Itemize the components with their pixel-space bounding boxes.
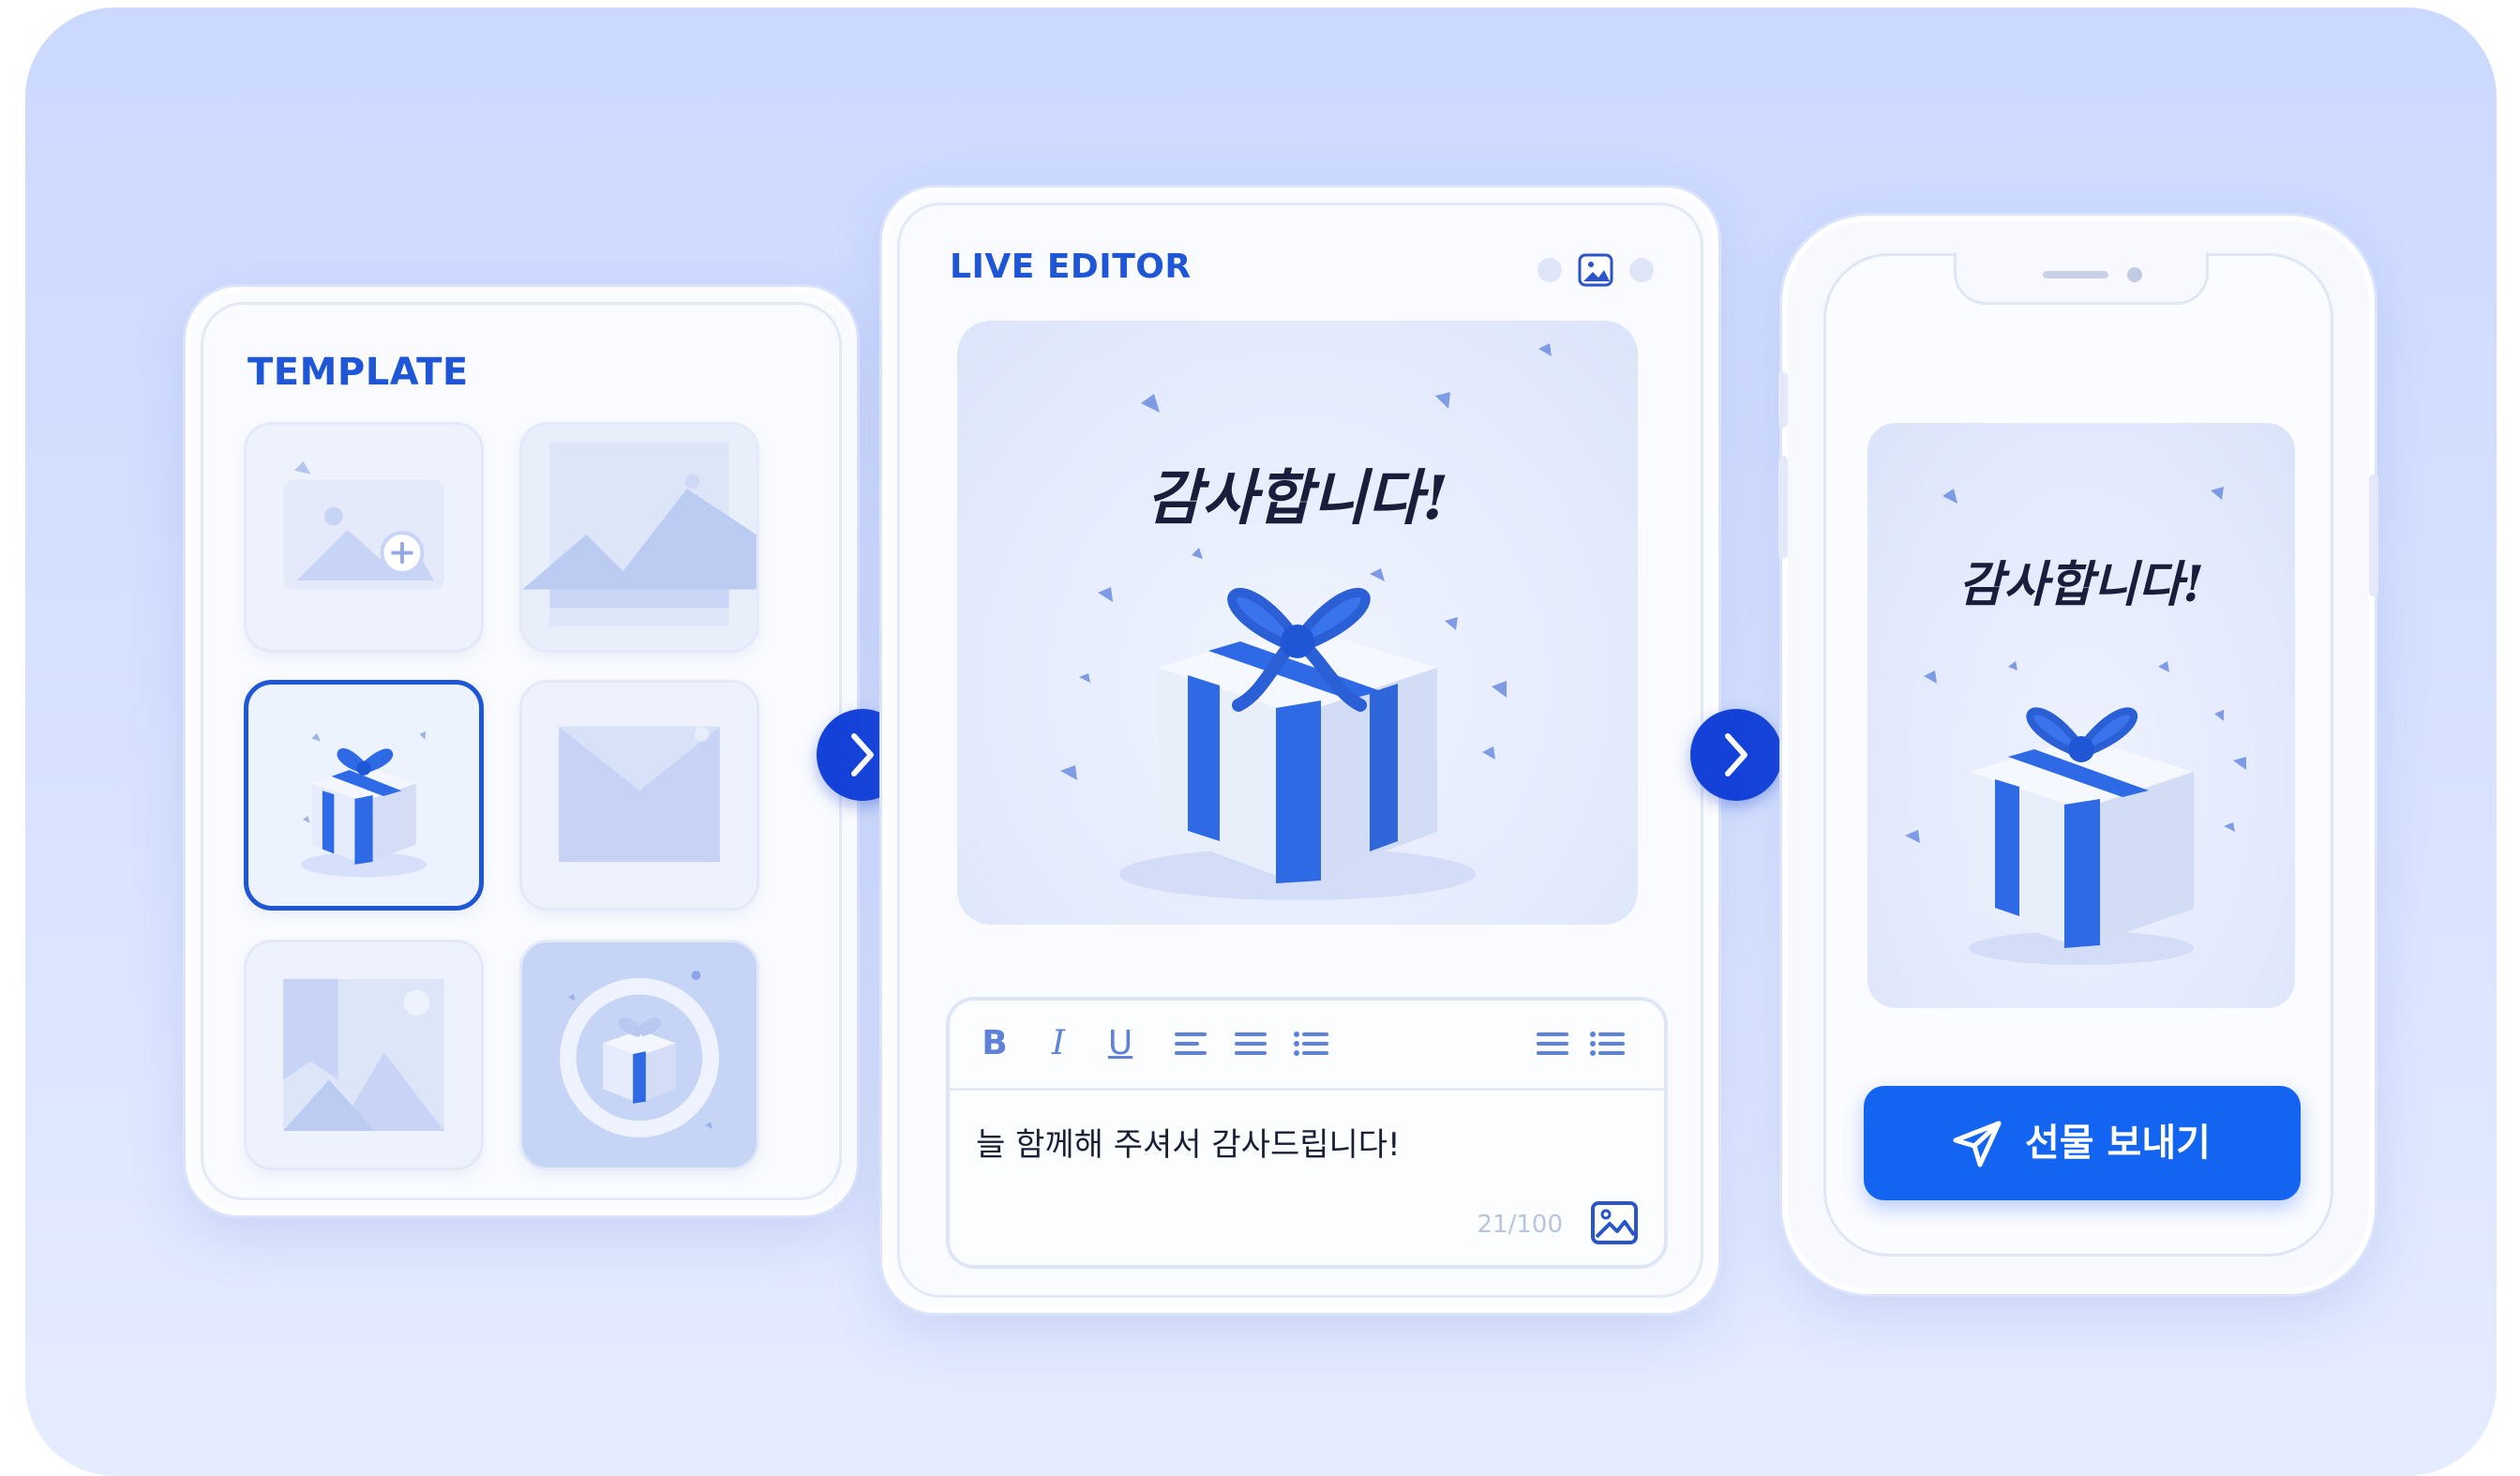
preview-card: 감사합니다!: [1868, 423, 2295, 1008]
phone-preview: 감사합니다! 선물 보내기: [1778, 216, 2378, 1294]
formatting-toolbar: B I U: [950, 1001, 1664, 1091]
italic-button[interactable]: I: [1040, 1019, 1077, 1068]
envelope-icon: [559, 726, 720, 863]
gift-icon: [300, 730, 428, 878]
phone-side-button: [1778, 371, 1788, 428]
template-tile-envelope[interactable]: [519, 680, 759, 911]
card-heading: 감사합니다!: [1146, 463, 1449, 534]
phone-volume-button: [1778, 456, 1788, 559]
align-left-button[interactable]: [1171, 1019, 1210, 1068]
editor-title: LIVE EDITOR: [950, 248, 1192, 286]
underline-button[interactable]: U: [1100, 1019, 1141, 1068]
align-center-icon: [1235, 1032, 1267, 1055]
gift-ring-icon: [560, 971, 719, 1137]
gift-box-illustration: [1905, 487, 2246, 965]
list-icon: [1590, 1032, 1625, 1056]
editor-window-controls: [1538, 253, 1654, 287]
phone-notch: [1954, 252, 2209, 305]
align-justify-button[interactable]: [1533, 1019, 1572, 1068]
numbered-list-button[interactable]: [1587, 1019, 1627, 1068]
landscape-icon: [522, 425, 757, 650]
preview-card-heading: 감사합니다!: [1958, 556, 2205, 613]
bold-button[interactable]: B: [976, 1019, 1013, 1068]
bullet-list-icon: [1294, 1032, 1328, 1056]
template-tile-gift-ring[interactable]: [519, 940, 759, 1170]
send-gift-label: 선물 보내기: [2025, 1122, 2211, 1165]
editor-canvas[interactable]: 감사합니다!: [957, 321, 1638, 925]
background-panel: TEMPLATE LIVE EDITOR 감사합니다! B I U 늘 함께해 …: [25, 8, 2497, 1476]
template-tile-gift[interactable]: [244, 680, 484, 911]
gift-box-illustration: [1060, 343, 1552, 900]
character-counter: 21/100: [1477, 1211, 1563, 1239]
send-icon: [1953, 1121, 2002, 1167]
chevron-right-icon: [1725, 733, 1748, 776]
message-text[interactable]: 늘 함께해 주셔서 감사드립니다!: [976, 1119, 1401, 1165]
send-gift-button[interactable]: 선물 보내기: [1864, 1086, 2301, 1200]
message-editor[interactable]: B I U 늘 함께해 주셔서 감사드립니다! 21/100: [946, 997, 1668, 1269]
insert-image-icon[interactable]: [1589, 1197, 1640, 1248]
bullet-list-button[interactable]: [1291, 1019, 1330, 1068]
align-justify-icon: [1537, 1032, 1568, 1055]
align-center-button[interactable]: [1231, 1019, 1270, 1068]
template-card: TEMPLATE: [186, 287, 857, 1215]
phone-speaker: [2043, 271, 2108, 279]
template-title: TEMPLATE: [248, 351, 469, 394]
template-tile-image-add[interactable]: [244, 422, 484, 653]
image-add-icon: [283, 461, 444, 590]
phone-camera: [2127, 267, 2142, 282]
template-tile-photo[interactable]: [244, 940, 484, 1170]
photo-icon: [283, 979, 444, 1131]
align-left-icon: [1175, 1032, 1207, 1055]
live-editor-card: LIVE EDITOR 감사합니다! B I U 늘 함께해 주셔서 감사드립니…: [882, 188, 1718, 1313]
next-arrow-button-2[interactable]: [1690, 709, 1782, 801]
template-tile-landscape[interactable]: [519, 422, 759, 653]
phone-power-button: [2369, 474, 2378, 596]
phone-screen: 감사합니다! 선물 보내기: [1823, 252, 2333, 1257]
